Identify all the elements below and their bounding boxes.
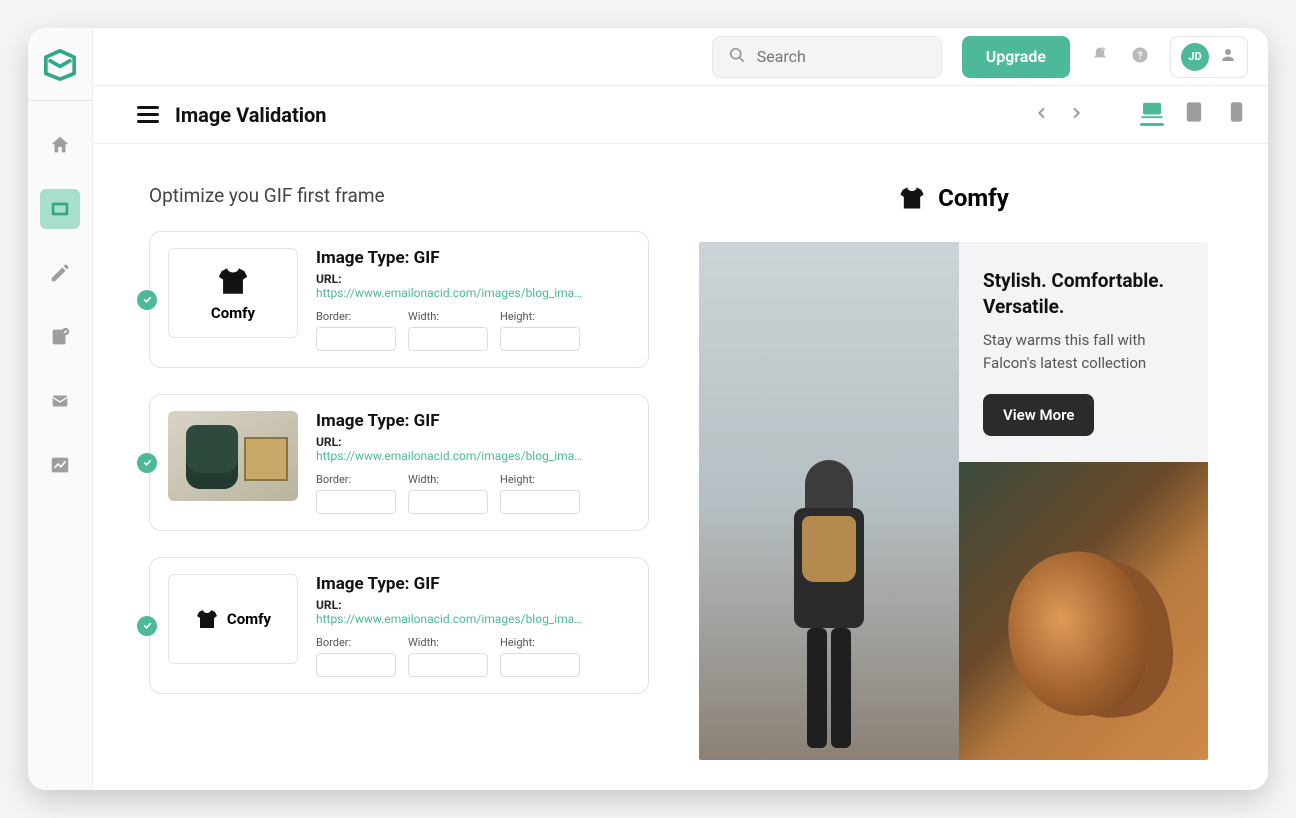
image-url-link[interactable]: https://www.emailonacid.com/images/blog_… [316,449,586,463]
status-valid-icon [137,616,157,636]
border-label: Border: [316,310,396,323]
thumbnail [168,411,298,501]
preview-brand-name: Comfy [938,184,1009,212]
url-label: URL: [316,435,630,449]
preview-secondary-image [959,462,1208,760]
page-title: Image Validation [175,103,327,127]
width-label: Width: [408,310,488,323]
preview-brand-header: Comfy [699,184,1208,212]
pager [1034,105,1084,125]
sidebar-item-analytics[interactable] [40,445,80,485]
thumbnail-brand: Comfy [227,610,271,628]
tshirt-icon [195,607,219,631]
preview-right: Stylish. Comfortable. Versatile. Stay wa… [959,242,1208,760]
width-label: Width: [408,636,488,649]
upgrade-button[interactable]: Upgrade [962,36,1070,78]
height-label: Height: [500,473,580,486]
sidebar-divider [28,100,92,101]
user-menu[interactable]: JD [1170,36,1248,78]
image-card: Comfy Image Type: GIF URL: https://www.e… [149,557,649,694]
search-input[interactable] [757,47,927,66]
sidebar-item-mail[interactable] [40,381,80,421]
preview-text-block: Stylish. Comfortable. Versatile. Stay wa… [959,242,1208,462]
user-icon [1219,46,1237,68]
svg-text:?: ? [1138,50,1143,61]
search-icon [727,45,747,69]
image-card-list: Comfy Image Type: GIF URL: https://www.e… [149,231,649,694]
image-type-label: Image Type: GIF [316,411,630,431]
menu-toggle-icon[interactable] [137,106,159,123]
height-label: Height: [500,310,580,323]
sidebar [28,28,93,790]
avatar: JD [1181,43,1209,71]
topbar: Upgrade ? JD [93,28,1268,86]
border-input[interactable] [316,653,396,677]
next-arrow-icon[interactable] [1068,105,1084,125]
border-input[interactable] [316,327,396,351]
validation-panel: Optimize you GIF first frame Comfy [149,184,649,760]
email-preview: Comfy Stylish. [699,184,1208,760]
border-label: Border: [316,636,396,649]
tshirt-icon [216,264,250,298]
tshirt-icon [898,184,926,212]
border-label: Border: [316,473,396,486]
thumbnail-brand: Comfy [211,304,255,322]
height-label: Height: [500,636,580,649]
device-mobile-icon[interactable] [1224,101,1248,129]
width-input[interactable] [408,653,488,677]
preview-subtext: Stay warms this fall with Falcon's lates… [983,329,1184,374]
width-input[interactable] [408,327,488,351]
height-input[interactable] [500,653,580,677]
height-input[interactable] [500,327,580,351]
notifications-icon[interactable] [1090,45,1110,69]
border-input[interactable] [316,490,396,514]
sidebar-item-inbox[interactable] [40,189,80,229]
hiker-figure [769,460,889,760]
image-url-link[interactable]: https://www.emailonacid.com/images/blog_… [316,612,586,626]
image-card: Image Type: GIF URL: https://www.emailon… [149,394,649,531]
main-area: Upgrade ? JD Image Validation [93,28,1268,790]
app-logo-icon [43,48,77,82]
url-label: URL: [316,598,630,612]
device-tablet-icon[interactable] [1182,101,1206,129]
sidebar-item-home[interactable] [40,125,80,165]
height-input[interactable] [500,490,580,514]
thumbnail: Comfy [168,248,298,338]
prev-arrow-icon[interactable] [1034,105,1050,125]
sidebar-item-edit[interactable] [40,253,80,293]
section-title: Optimize you GIF first frame [149,184,649,207]
sidebar-item-checklist[interactable] [40,317,80,357]
page-header: Image Validation [93,86,1268,144]
status-valid-icon [137,453,157,473]
content: Optimize you GIF first frame Comfy [93,144,1268,790]
preview-hero-image [699,242,959,760]
thumbnail: Comfy [168,574,298,664]
image-card: Comfy Image Type: GIF URL: https://www.e… [149,231,649,368]
view-more-button[interactable]: View More [983,394,1094,436]
preview-headline: Stylish. Comfortable. Versatile. [983,268,1184,319]
app-window: Upgrade ? JD Image Validation [28,28,1268,790]
url-label: URL: [316,272,630,286]
search-box[interactable] [712,36,942,78]
help-icon[interactable]: ? [1130,45,1150,69]
device-toggles [1140,101,1248,129]
status-valid-icon [137,290,157,310]
image-type-label: Image Type: GIF [316,248,630,268]
width-input[interactable] [408,490,488,514]
image-type-label: Image Type: GIF [316,574,630,594]
width-label: Width: [408,473,488,486]
device-desktop-icon[interactable] [1140,101,1164,129]
image-url-link[interactable]: https://www.emailonacid.com/images/blog_… [316,286,586,300]
preview-body: Stylish. Comfortable. Versatile. Stay wa… [699,242,1208,760]
